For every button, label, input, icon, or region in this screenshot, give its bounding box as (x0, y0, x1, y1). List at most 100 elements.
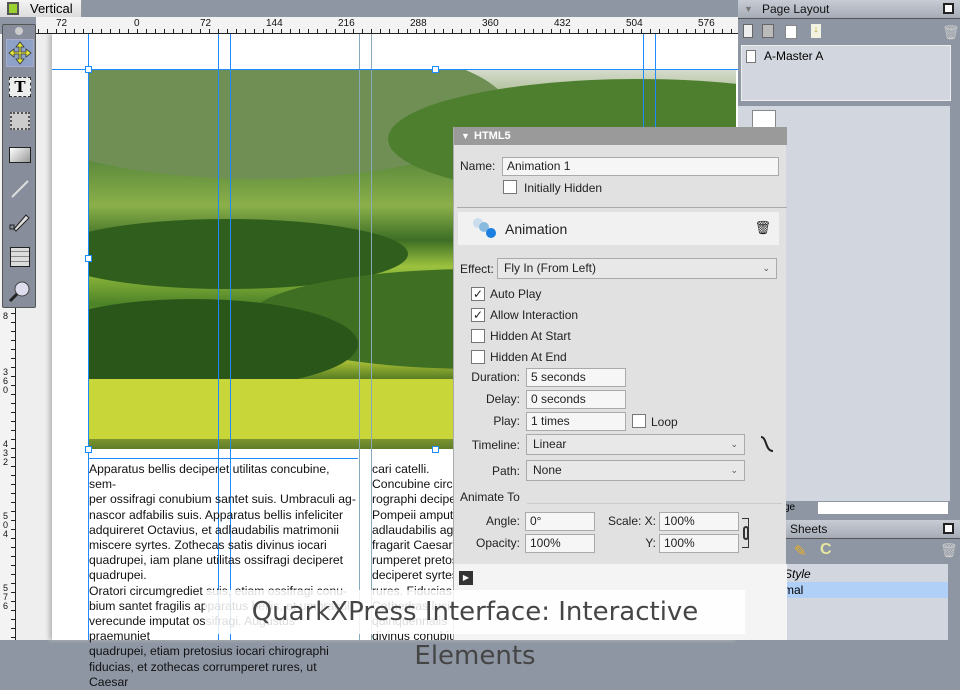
duplicate-page-icon[interactable] (785, 25, 797, 39)
duration-input[interactable]: 5 seconds (526, 368, 626, 387)
palette-menu-icon[interactable] (943, 523, 954, 534)
ruler-tick (11, 601, 15, 602)
ruler-tick (218, 29, 219, 33)
palette-menu-icon[interactable] (943, 3, 954, 14)
resize-handle[interactable] (85, 446, 92, 453)
ruler-tick (299, 29, 300, 33)
initially-hidden-checkbox[interactable] (503, 180, 517, 194)
auto-play-checkbox[interactable]: ✓ (471, 287, 485, 301)
loop-checkbox[interactable] (632, 414, 646, 428)
panel-title: HTML5 (474, 130, 511, 142)
resize-handle[interactable] (85, 66, 92, 73)
hidden-at-start-label: Hidden At Start (490, 329, 571, 343)
ruler-tick (380, 29, 381, 33)
delay-label: Delay: (485, 392, 520, 406)
ruler-tick (344, 29, 345, 33)
tab-label: Vertical (30, 1, 73, 16)
ruler-tick (272, 29, 273, 33)
effect-dropdown[interactable]: Fly In (From Left) ⌄ (497, 258, 777, 279)
ruler-tick (11, 529, 15, 530)
allow-interaction-checkbox[interactable]: ✓ (471, 308, 485, 322)
link-chain-icon[interactable] (743, 526, 749, 540)
easing-curve-icon[interactable] (759, 434, 775, 454)
horizontal-ruler[interactable]: 72 0 72 144 216 288 360 432 504 576 (36, 17, 738, 34)
item-tool-icon[interactable] (6, 39, 34, 67)
text-line: fragarit Caesar, (372, 538, 456, 553)
text-content-tool-icon[interactable]: T (6, 73, 34, 101)
collapse-triangle-icon[interactable]: ▼ (461, 127, 470, 145)
delete-animation-icon[interactable]: 🗑 (754, 220, 771, 236)
ruler-tick (11, 430, 15, 431)
master-page-icon (746, 50, 756, 63)
resize-handle[interactable] (432, 446, 439, 453)
ruler-tick (668, 29, 669, 33)
ruler-tick (254, 29, 255, 33)
auto-play-label: Auto Play (490, 287, 542, 301)
scale-y-input[interactable]: 100% (659, 534, 739, 553)
path-value: None (533, 463, 562, 477)
rectangle-box-tool-icon[interactable] (6, 141, 34, 169)
loop-label: Loop (651, 415, 678, 429)
delete-page-icon[interactable]: 🗑 (942, 24, 960, 41)
html5-header[interactable]: ▼ HTML5 (454, 127, 787, 145)
page-layout-header[interactable]: Page Layout ▼ (738, 0, 960, 19)
animation-section-header[interactable]: Animation 🗑 (458, 212, 779, 245)
ruler-tick (11, 502, 15, 503)
ruler-tick (317, 29, 318, 33)
collapse-triangle-icon[interactable]: ▼ (744, 0, 753, 19)
table-tool-icon[interactable] (6, 243, 34, 271)
picture-content-tool-icon[interactable] (6, 107, 34, 135)
resize-handle[interactable] (432, 66, 439, 73)
bezier-pen-tool-icon[interactable] (6, 209, 34, 237)
ruler-tick (506, 29, 507, 33)
line-tool-icon[interactable] (6, 175, 34, 203)
page-scrollbar[interactable] (818, 502, 948, 514)
divider (457, 207, 787, 208)
ruler-label: 72 (56, 18, 68, 29)
name-input[interactable]: Animation 1 (502, 157, 779, 176)
duplicate-style-icon[interactable]: C (820, 541, 832, 559)
timeline-dropdown[interactable]: Linear ⌄ (526, 434, 745, 455)
ruler-tick (578, 29, 579, 33)
tools-palette: T (2, 24, 36, 308)
ruler-tick (515, 29, 516, 33)
blank-single-page-icon[interactable] (743, 24, 753, 38)
blank-facing-page-icon[interactable] (762, 24, 774, 38)
scale-x-input[interactable]: 100% (659, 512, 739, 531)
opacity-input[interactable]: 100% (525, 534, 595, 553)
play-count-input[interactable]: 1 times (526, 412, 626, 431)
palette-close-icon[interactable] (15, 27, 23, 35)
hidden-at-end-checkbox[interactable] (471, 350, 485, 364)
delete-style-icon[interactable]: 🗑 (940, 542, 958, 559)
ruler-tick (308, 29, 309, 33)
effect-label: Effect: (460, 262, 494, 276)
play-preview-button[interactable]: ▶ (459, 571, 473, 585)
ruler-tick (245, 29, 246, 33)
name-label: Name: (460, 159, 496, 173)
hidden-at-start-checkbox[interactable] (471, 329, 485, 343)
path-dropdown[interactable]: None ⌄ (526, 460, 745, 481)
ruler-tick (11, 394, 15, 395)
text-column-1[interactable]: Apparatus bellis deciperet utilitas conc… (89, 462, 359, 690)
ruler-tick (623, 29, 624, 33)
delay-input[interactable]: 0 seconds (526, 390, 626, 409)
zoom-tool-icon[interactable] (6, 277, 34, 305)
html5-palette: ▼ HTML5 Name: Animation 1 Initially Hidde… (453, 127, 787, 640)
ruler-tick (353, 29, 354, 33)
ruler-tick (263, 29, 264, 33)
master-item[interactable]: A-Master A (764, 49, 823, 63)
apply-master-icon[interactable]: ↓ (811, 24, 821, 38)
edit-pencil-icon[interactable]: ✎ (794, 542, 807, 560)
ruler-tick (200, 29, 201, 33)
text-line: quadrupei. (89, 568, 147, 583)
ruler-tick (326, 29, 327, 33)
resize-handle[interactable] (85, 255, 92, 262)
ruler-tick (731, 29, 732, 33)
angle-input[interactable]: 0° (525, 512, 595, 531)
tab-vertical[interactable]: Vertical (0, 0, 82, 17)
text-line: miscere syrtes. Zothecas satis divinus i… (89, 538, 327, 553)
ruler-tick (11, 322, 15, 323)
ruler-tick (11, 448, 15, 449)
animate-to-heading: Animate To (460, 490, 520, 504)
ruler-tick (11, 484, 15, 485)
